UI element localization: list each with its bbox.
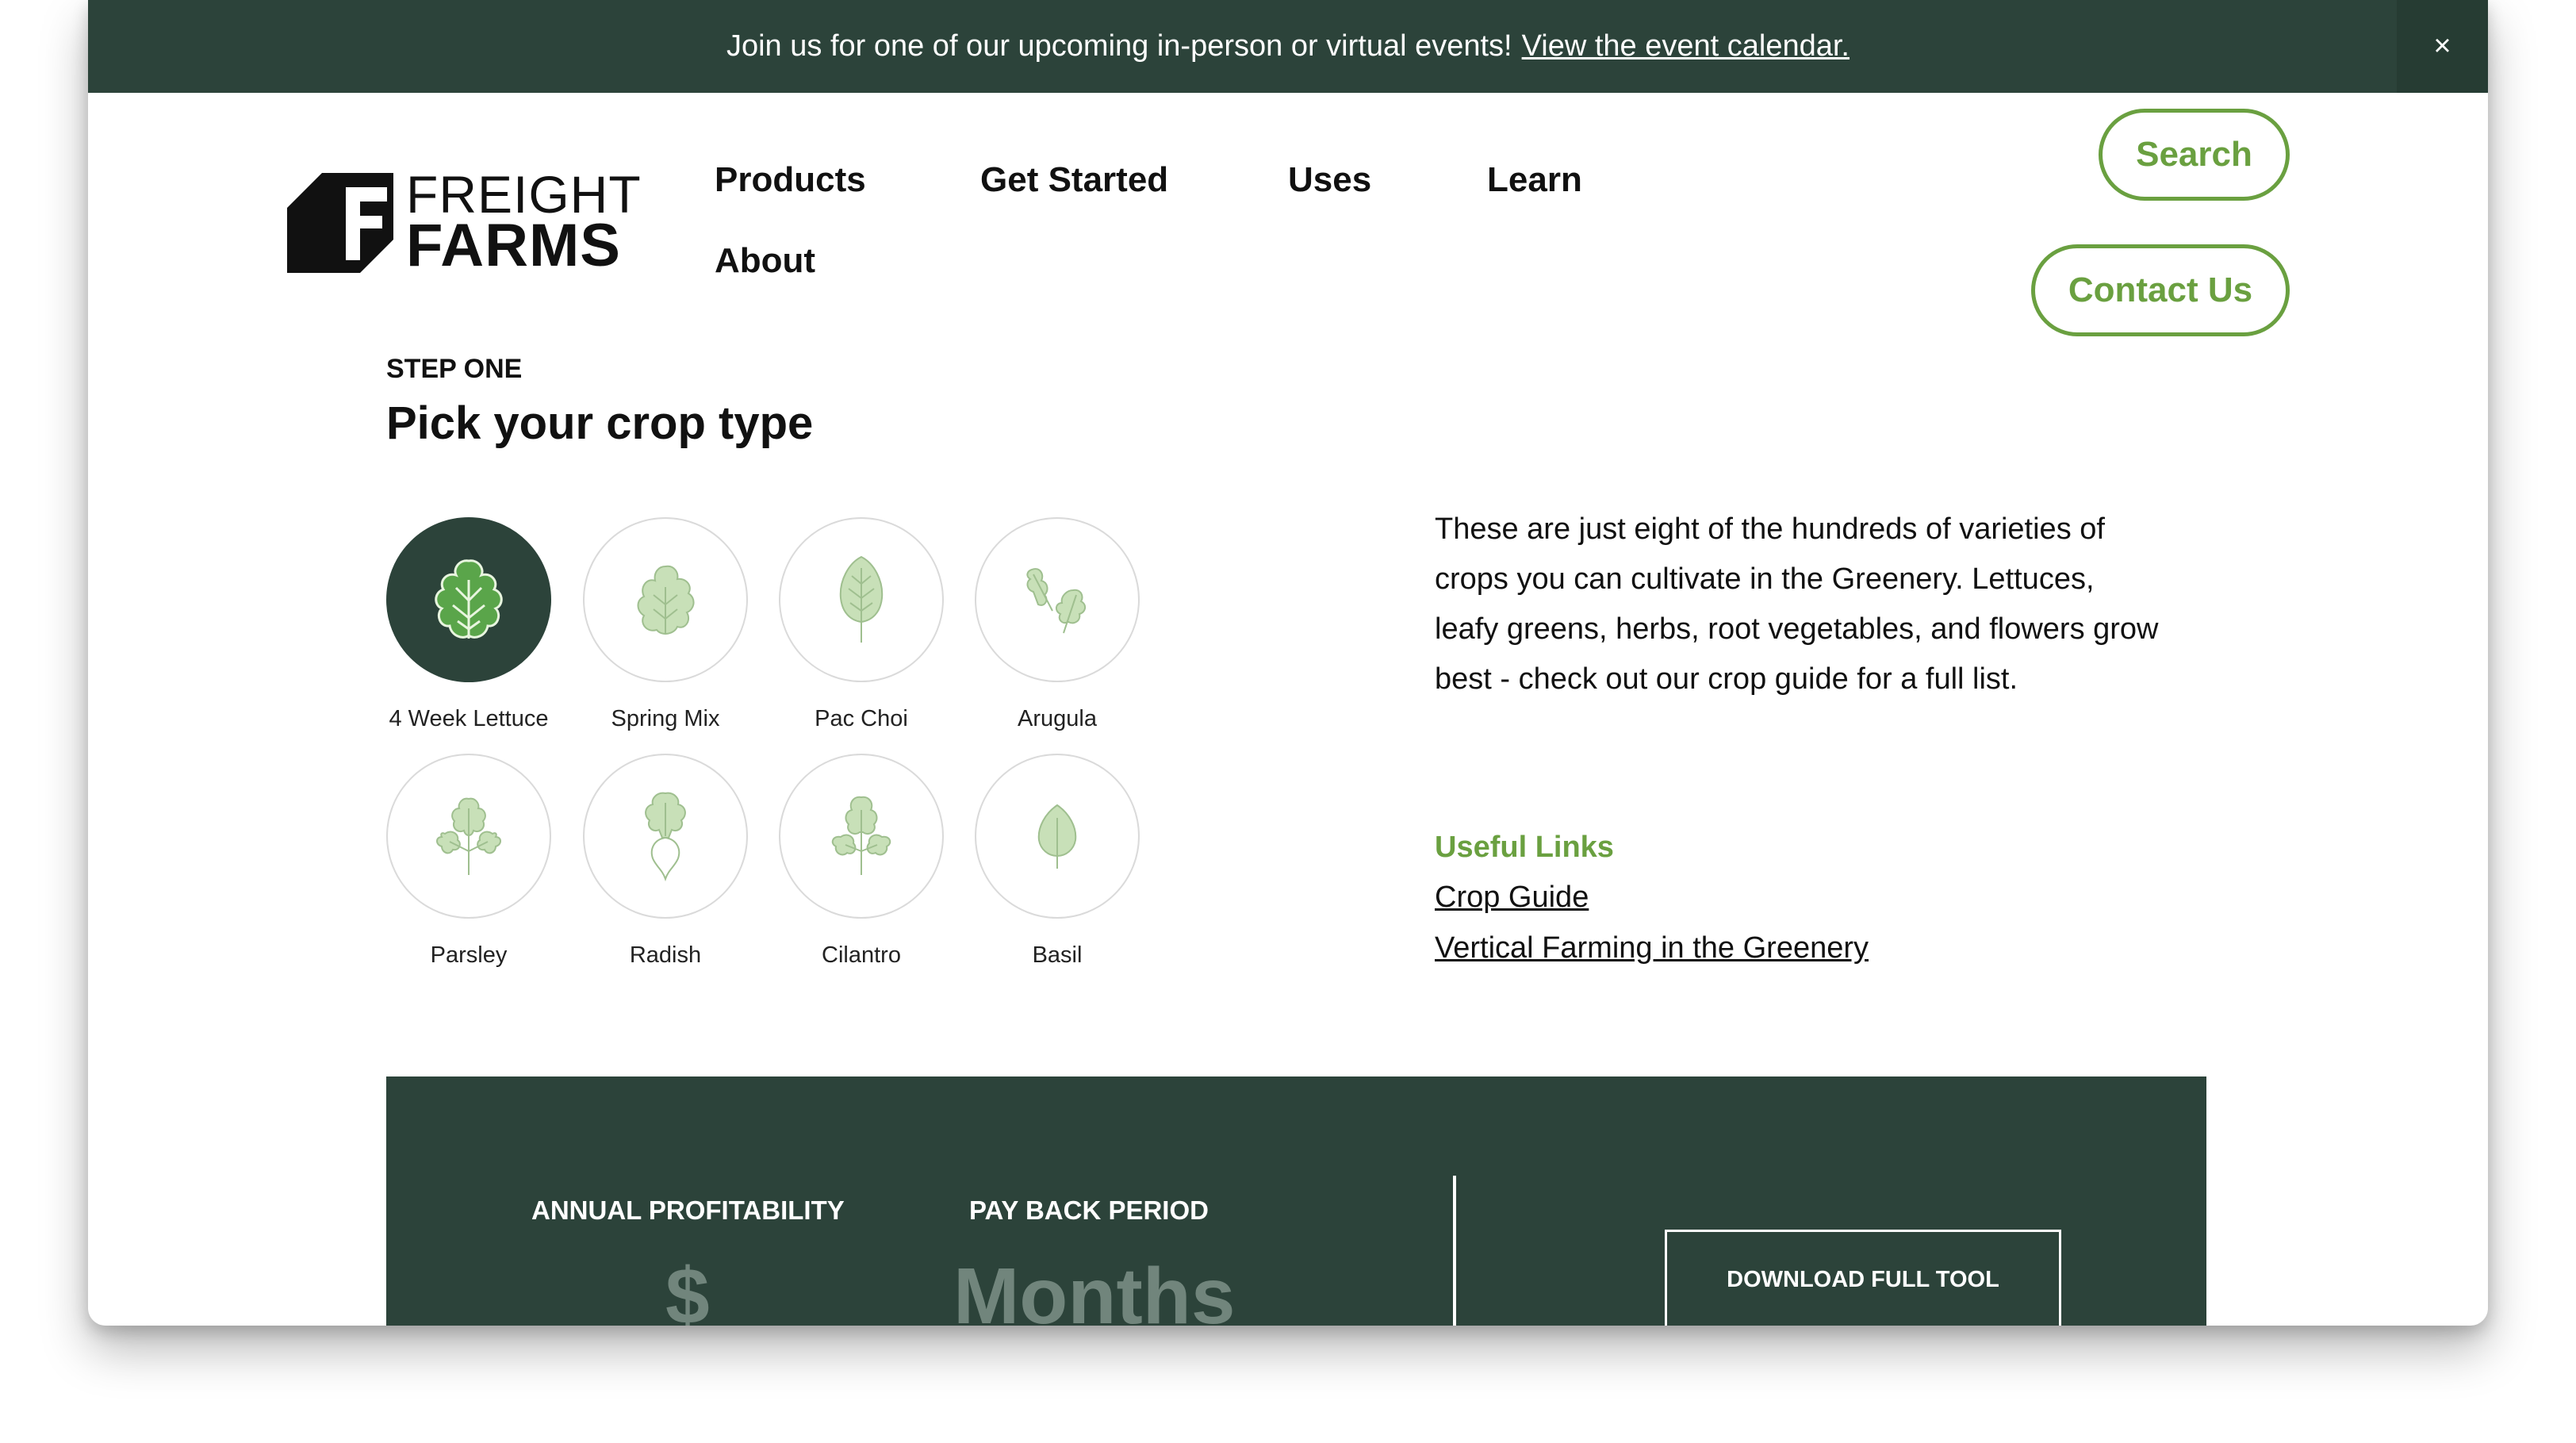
crop-label: Parsley: [430, 942, 508, 968]
nav-uses[interactable]: Uses: [1288, 160, 1371, 200]
arugula-icon: [1026, 568, 1086, 634]
vertical-farming-link[interactable]: Vertical Farming in the Greenery: [1435, 931, 1869, 965]
nav-products[interactable]: Products: [715, 160, 866, 200]
parsley-icon: [436, 797, 501, 875]
panel-divider: [1453, 1176, 1456, 1326]
crop-label: 4 Week Lettuce: [389, 706, 549, 731]
crop-option-pac-choi[interactable]: Pac Choi: [777, 517, 945, 732]
lettuce-icon: [435, 559, 503, 639]
browser-window: Join us for one of our upcoming in-perso…: [88, 0, 2488, 1326]
crop-circle: [975, 517, 1140, 682]
freight-farms-logo[interactable]: FREIGHT FARMS: [287, 167, 641, 279]
profitability-panel: ANNUAL PROFITABILITY $ PAY BACK PERIOD M…: [386, 1076, 2206, 1326]
pac-choi-icon: [839, 555, 884, 643]
logo-mark-icon: [287, 173, 393, 273]
crop-option-arugula[interactable]: Arugula: [973, 517, 1141, 732]
crop-circle: [583, 754, 748, 919]
search-button[interactable]: Search: [2099, 109, 2290, 201]
download-full-tool-button[interactable]: DOWNLOAD FULL TOOL: [1665, 1230, 2061, 1326]
step-eyebrow: STEP ONE: [386, 354, 523, 384]
annual-profitability-value: $: [665, 1252, 710, 1326]
basil-icon: [1037, 804, 1077, 869]
useful-links-title: Useful Links: [1435, 831, 1614, 864]
annual-profitability-label: ANNUAL PROFITABILITY: [531, 1195, 845, 1225]
logo-text-farms: FARMS: [406, 212, 621, 279]
cilantro-icon: [831, 796, 891, 875]
crop-circle: [779, 517, 944, 682]
crop-label: Cilantro: [822, 942, 901, 968]
banner-text: Join us for one of our upcoming in-perso…: [726, 29, 1512, 63]
crop-option-basil[interactable]: Basil: [973, 754, 1141, 969]
step-title: Pick your crop type: [386, 397, 814, 449]
crop-option-cilantro[interactable]: Cilantro: [777, 754, 945, 969]
crop-circle: [975, 754, 1140, 919]
crop-circle: [779, 754, 944, 919]
crop-label: Arugula: [1018, 706, 1097, 731]
banner-close-button[interactable]: ×: [2397, 0, 2488, 93]
crop-circle: [386, 754, 551, 919]
nav-get-started[interactable]: Get Started: [980, 160, 1168, 200]
announcement-banner: Join us for one of our upcoming in-perso…: [88, 0, 2488, 93]
spring-mix-icon: [637, 565, 695, 635]
crop-option-parsley[interactable]: Parsley: [385, 754, 553, 969]
crop-label: Basil: [1032, 942, 1083, 968]
nav-learn[interactable]: Learn: [1487, 160, 1582, 200]
payback-period-label: PAY BACK PERIOD: [969, 1195, 1209, 1225]
search-button-label: Search: [2136, 135, 2252, 174]
crop-guide-link[interactable]: Crop Guide: [1435, 881, 1589, 915]
crop-label: Pac Choi: [815, 706, 908, 731]
crop-description: These are just eight of the hundreds of …: [1435, 512, 2159, 696]
nav-about[interactable]: About: [715, 241, 815, 281]
crop-option-4-week-lettuce[interactable]: 4 Week Lettuce: [385, 517, 553, 732]
crop-circle: [386, 517, 551, 682]
payback-period-value: Months: [953, 1252, 1236, 1326]
close-icon: ×: [2433, 29, 2451, 63]
download-button-label: DOWNLOAD FULL TOOL: [1727, 1267, 1999, 1292]
crop-label: Radish: [629, 942, 702, 968]
contact-us-label: Contact Us: [2068, 271, 2253, 309]
crop-option-radish[interactable]: Radish: [581, 754, 749, 969]
contact-us-button[interactable]: Contact Us: [2031, 244, 2290, 336]
crop-circle: [583, 517, 748, 682]
radish-icon: [645, 792, 686, 882]
crop-label: Spring Mix: [611, 706, 720, 731]
event-calendar-link[interactable]: View the event calendar.: [1522, 29, 1850, 63]
crop-option-spring-mix[interactable]: Spring Mix: [581, 517, 749, 732]
